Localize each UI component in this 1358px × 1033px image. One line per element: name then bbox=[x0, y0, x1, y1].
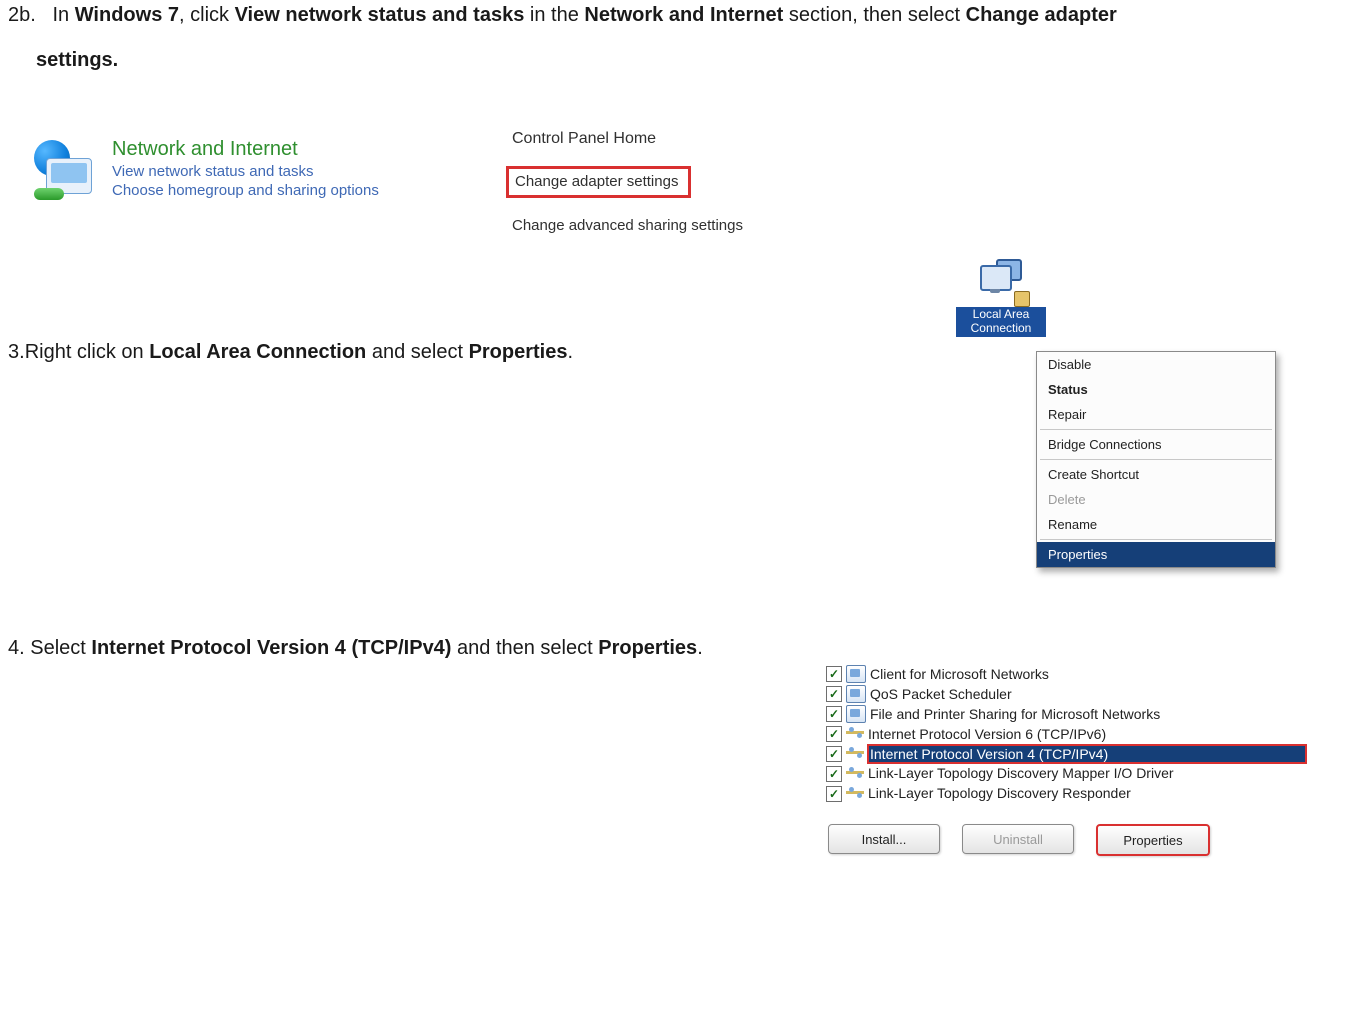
checkbox-icon[interactable]: ✓ bbox=[826, 686, 842, 702]
change-adapter-settings-link-text: Change adapter settings bbox=[506, 166, 691, 198]
step-2b-mid3: section, then select bbox=[783, 4, 965, 26]
choose-homegroup-link[interactable]: Choose homegroup and sharing options bbox=[112, 182, 379, 199]
step-2b-line2: settings. bbox=[36, 49, 1346, 72]
context-menu-screenshot: Local Area Connection DisableStatusRepai… bbox=[936, 271, 1306, 601]
connection-item[interactable]: ✓ Link-Layer Topology Discovery Responder bbox=[826, 784, 1306, 804]
step-4-number: 4. bbox=[8, 637, 25, 659]
checkbox-icon[interactable]: ✓ bbox=[826, 766, 842, 782]
step-4-suffix: . bbox=[697, 637, 703, 659]
connection-item-label: Internet Protocol Version 4 (TCP/IPv4) bbox=[868, 745, 1306, 764]
checkbox-icon[interactable]: ✓ bbox=[826, 726, 842, 742]
view-network-status-link[interactable]: View network status and tasks bbox=[112, 163, 379, 180]
connection-item-label: Link-Layer Topology Discovery Mapper I/O… bbox=[868, 764, 1306, 783]
connection-item-label: Client for Microsoft Networks bbox=[870, 665, 1306, 684]
connection-item-label: Internet Protocol Version 6 (TCP/IPv6) bbox=[868, 725, 1306, 744]
change-adapter-settings-link[interactable]: Change adapter settings bbox=[512, 166, 748, 206]
connection-item[interactable]: ✓ QoS Packet Scheduler bbox=[826, 685, 1306, 705]
step-2b-mid1: , click bbox=[179, 4, 235, 26]
context-menu-item-bridge-connections[interactable]: Bridge Connections bbox=[1037, 432, 1275, 457]
context-menu-item-status[interactable]: Status bbox=[1037, 377, 1275, 402]
connection-items-panel: ✓ Client for Microsoft Networks ✓ QoS Packe… bbox=[826, 665, 1306, 856]
network-and-internet-panel: Network and Internet View network status… bbox=[32, 138, 432, 200]
checkbox-icon[interactable]: ✓ bbox=[826, 666, 842, 682]
properties-button[interactable]: Properties bbox=[1096, 824, 1210, 856]
context-menu-item-properties[interactable]: Properties bbox=[1037, 542, 1275, 567]
step-3-prefix: Right click on bbox=[25, 341, 150, 363]
step-2b-bold1: Windows 7 bbox=[75, 4, 179, 26]
step-4-text: 4. Select Internet Protocol Version 4 (T… bbox=[8, 635, 826, 662]
step-2b-bold4: Change adapter bbox=[966, 4, 1117, 26]
checkbox-icon[interactable]: ✓ bbox=[826, 706, 842, 722]
step-3-bold1: Local Area Connection bbox=[149, 341, 366, 363]
step-4-prefix: Select bbox=[25, 637, 92, 659]
connection-item[interactable]: ✓ Client for Microsoft Networks bbox=[826, 665, 1306, 685]
service-icon bbox=[846, 665, 866, 683]
step-2b-text: 2b. In Windows 7, click View network sta… bbox=[8, 2, 1346, 29]
control-panel-home-label[interactable]: Control Panel Home bbox=[512, 130, 748, 148]
install-button[interactable]: Install... bbox=[828, 824, 940, 854]
step-2b-mid2: in the bbox=[524, 4, 584, 26]
network-and-internet-icon bbox=[32, 138, 94, 200]
step-4-row: 4. Select Internet Protocol Version 4 (T… bbox=[8, 601, 1346, 856]
step-2b-prefix: In bbox=[52, 4, 74, 26]
protocol-icon bbox=[846, 726, 864, 742]
context-menu-separator bbox=[1040, 429, 1272, 430]
connection-item[interactable]: ✓ Internet Protocol Version 4 (TCP/IPv4) bbox=[826, 745, 1306, 765]
context-menu-item-repair[interactable]: Repair bbox=[1037, 402, 1275, 427]
context-menu: DisableStatusRepair Bridge Connections Cre… bbox=[1036, 351, 1276, 568]
service-icon bbox=[846, 705, 866, 723]
step-2b-bold3: Network and Internet bbox=[584, 4, 783, 26]
step-3-bold2: Properties bbox=[469, 341, 568, 363]
checkbox-icon[interactable]: ✓ bbox=[826, 786, 842, 802]
context-menu-item-rename[interactable]: Rename bbox=[1037, 512, 1275, 537]
step-2b-screenshots: Network and Internet View network status… bbox=[32, 112, 1346, 271]
step-3-suffix: . bbox=[568, 341, 574, 363]
local-area-connection-icon[interactable]: Local Area Connection bbox=[956, 259, 1046, 337]
connection-items-button-row: Install... Uninstall Properties bbox=[826, 824, 1306, 856]
context-menu-item-delete: Delete bbox=[1037, 487, 1275, 512]
network-and-internet-heading[interactable]: Network and Internet bbox=[112, 138, 379, 161]
step-3-text: 3.Right click on Local Area Connection a… bbox=[8, 339, 936, 366]
protocol-icon bbox=[846, 746, 864, 762]
step-4-bold1: Internet Protocol Version 4 (TCP/IPv4) bbox=[91, 637, 451, 659]
step-3-row: 3.Right click on Local Area Connection a… bbox=[8, 271, 1346, 601]
connection-item[interactable]: ✓ Internet Protocol Version 6 (TCP/IPv6) bbox=[826, 725, 1306, 745]
step-2b-bold2: View network status and tasks bbox=[235, 4, 525, 26]
control-panel-sidebar: Control Panel Home Change adapter settin… bbox=[492, 112, 762, 271]
step-2b-number: 2b. bbox=[8, 4, 36, 26]
step-3-mid1: and select bbox=[366, 341, 468, 363]
lac-label-line2: Connection bbox=[971, 321, 1032, 335]
connection-item-label: QoS Packet Scheduler bbox=[870, 685, 1306, 704]
context-menu-item-disable[interactable]: Disable bbox=[1037, 352, 1275, 377]
protocol-icon bbox=[846, 786, 864, 802]
context-menu-separator bbox=[1040, 539, 1272, 540]
checkbox-icon[interactable]: ✓ bbox=[826, 746, 842, 762]
connection-item[interactable]: ✓ File and Printer Sharing for Microsoft … bbox=[826, 705, 1306, 725]
step-4-mid1: and then select bbox=[451, 637, 598, 659]
change-advanced-sharing-link[interactable]: Change advanced sharing settings bbox=[512, 216, 748, 236]
service-icon bbox=[846, 685, 866, 703]
step-3-number: 3. bbox=[8, 341, 25, 363]
step-4-bold2: Properties bbox=[598, 637, 697, 659]
connection-items-list: ✓ Client for Microsoft Networks ✓ QoS Packe… bbox=[826, 665, 1306, 804]
context-menu-item-create-shortcut[interactable]: Create Shortcut bbox=[1037, 462, 1275, 487]
context-menu-separator bbox=[1040, 459, 1272, 460]
connection-item-label: File and Printer Sharing for Microsoft N… bbox=[870, 705, 1306, 724]
connection-item-label: Link-Layer Topology Discovery Responder bbox=[868, 784, 1306, 803]
protocol-icon bbox=[846, 766, 864, 782]
lac-label-line1: Local Area bbox=[973, 307, 1030, 321]
network-and-internet-text: Network and Internet View network status… bbox=[112, 138, 379, 199]
uninstall-button[interactable]: Uninstall bbox=[962, 824, 1074, 854]
local-area-connection-label: Local Area Connection bbox=[956, 307, 1046, 337]
connection-item[interactable]: ✓ Link-Layer Topology Discovery Mapper I/… bbox=[826, 764, 1306, 784]
